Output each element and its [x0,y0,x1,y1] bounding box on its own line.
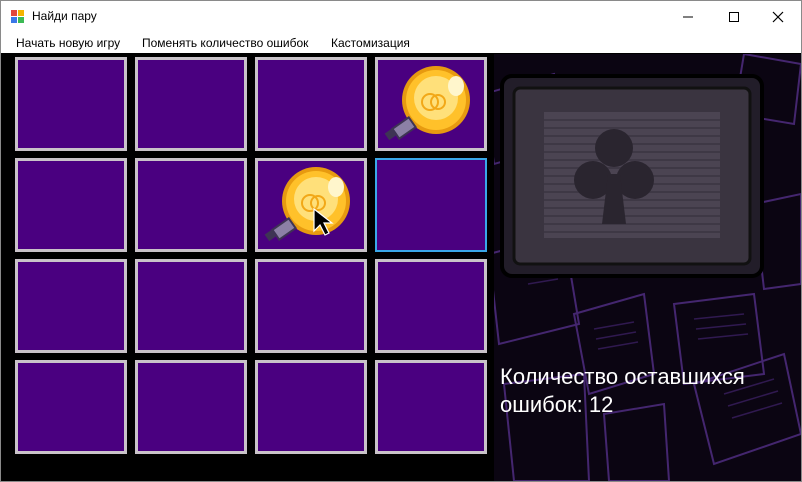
card[interactable] [135,360,247,454]
card[interactable] [15,158,127,252]
card[interactable] [375,259,487,353]
card[interactable] [375,360,487,454]
card[interactable] [255,360,367,454]
card[interactable] [135,259,247,353]
card-focused[interactable] [375,158,487,252]
title-bar: Найди пару [1,1,801,32]
minimize-button[interactable] [665,1,711,32]
menu-bar: Начать новую игру Поменять количество ош… [1,32,801,53]
card-revealed[interactable] [375,57,487,151]
card[interactable] [135,158,247,252]
window-title: Найди пару [32,9,97,23]
card[interactable] [255,259,367,353]
menu-new-game[interactable]: Начать новую игру [16,36,120,50]
errors-remaining-label: Количество оставшихся ошибок: 12 [500,364,745,417]
app-icon [11,10,25,24]
minimize-icon [683,16,693,17]
game-board [8,54,494,460]
close-button[interactable] [755,1,801,32]
menu-change-errors[interactable]: Поменять количество ошибок [142,36,308,50]
maximize-icon [729,11,739,22]
card[interactable] [15,57,127,151]
card[interactable] [255,57,367,151]
card[interactable] [15,360,127,454]
close-icon [772,11,784,22]
lightbulb-icon [384,66,470,141]
app-window: Найди пару Начать новую игру Поменять ко… [0,0,802,482]
card[interactable] [135,57,247,151]
menu-customization[interactable]: Кастомизация [331,36,410,50]
maximize-button[interactable] [711,1,757,32]
card-revealed[interactable] [255,158,367,252]
card[interactable] [15,259,127,353]
lightbulb-icon [264,167,350,242]
